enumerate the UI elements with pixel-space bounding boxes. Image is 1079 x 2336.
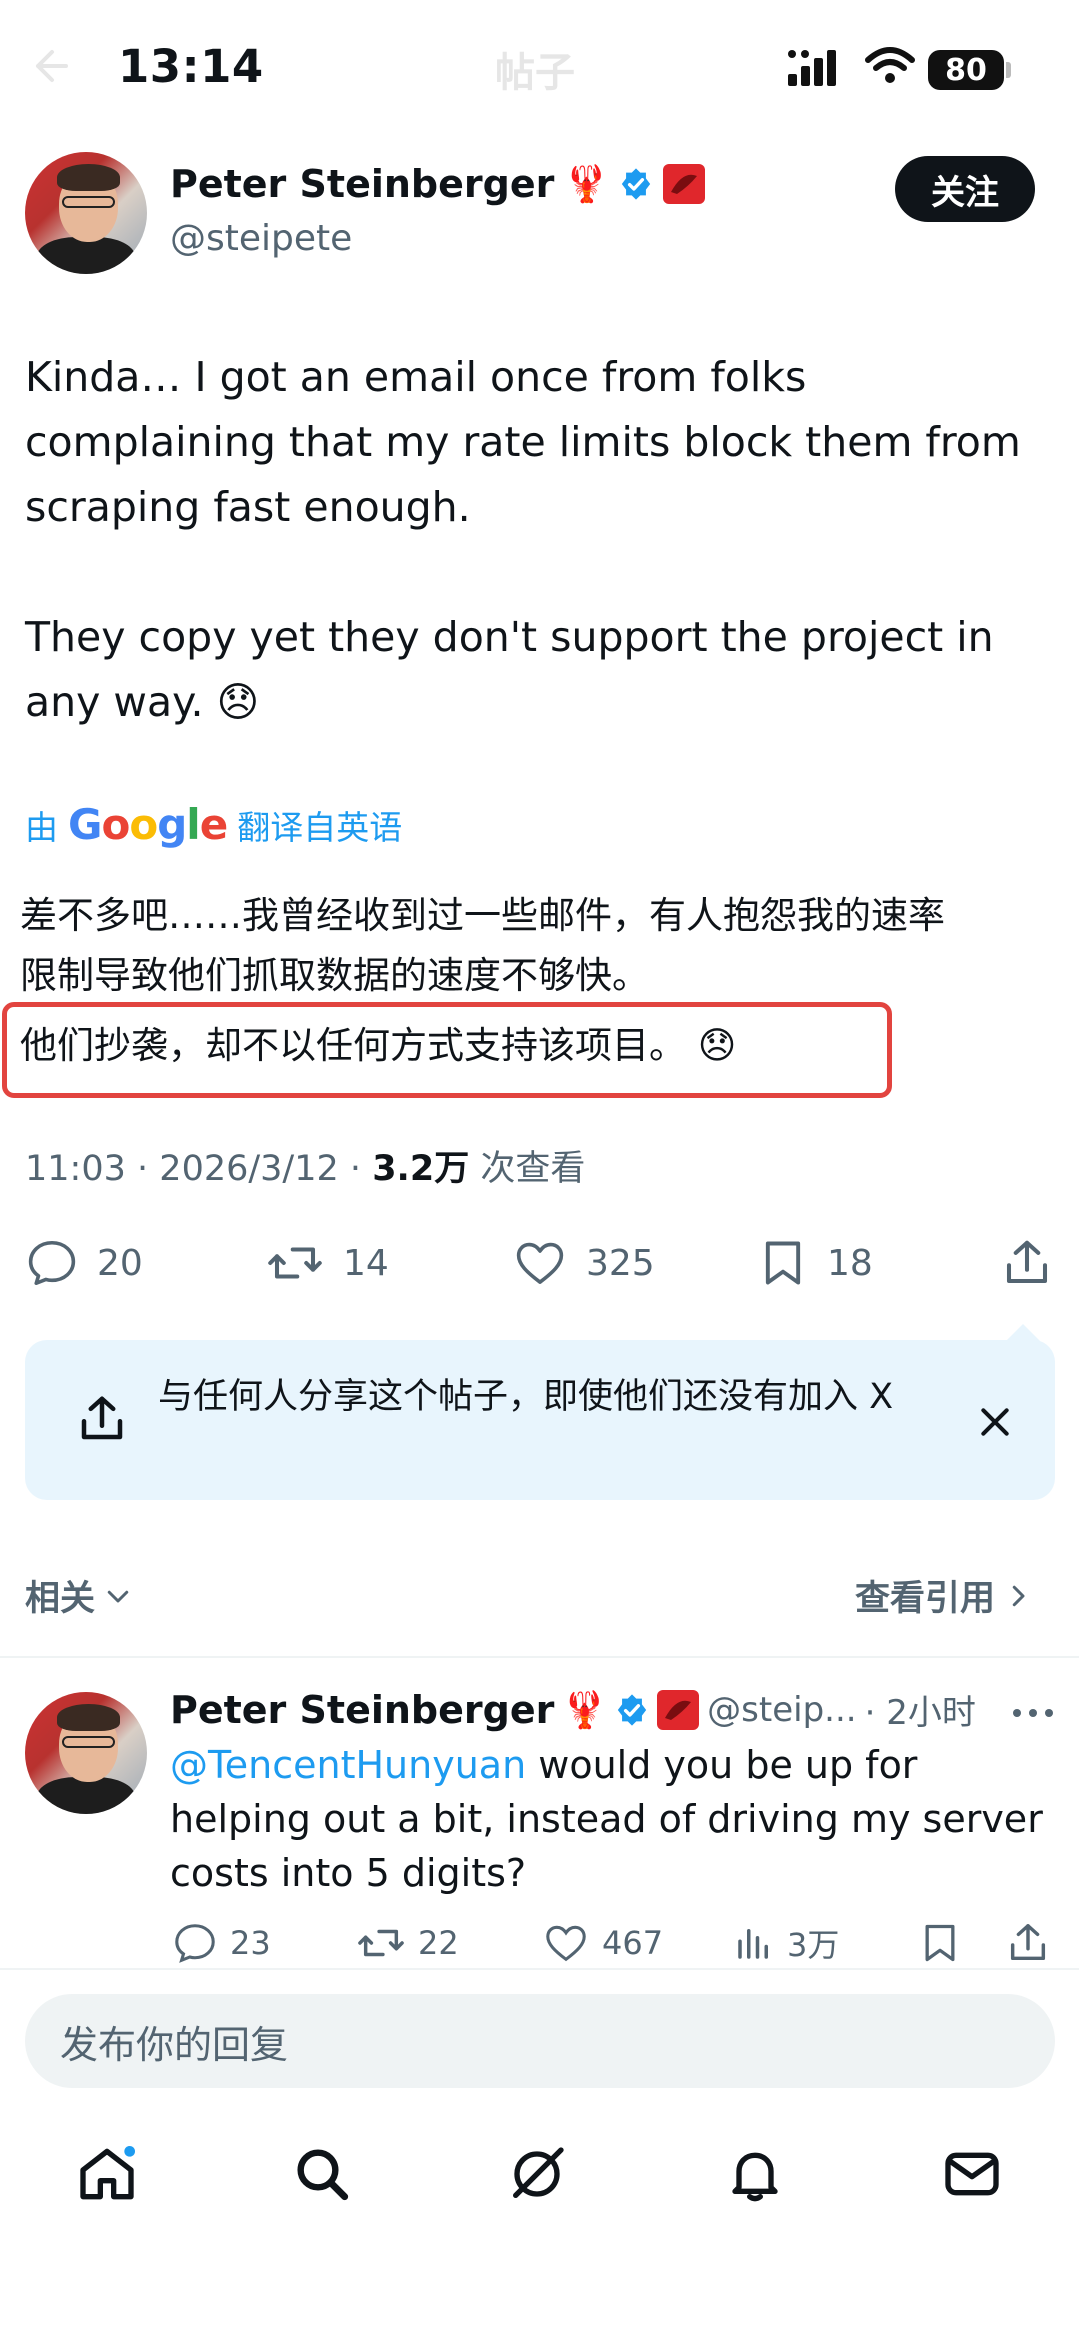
views-count: 3.2万 xyxy=(372,1149,470,1189)
share-tooltip-icon xyxy=(75,1392,129,1446)
reply-reply-count: 23 xyxy=(230,1924,271,1962)
google-logo: Google xyxy=(68,800,228,849)
author-name[interactable]: Peter Steinberger xyxy=(170,162,554,206)
bookmark-icon[interactable] xyxy=(918,1920,962,1966)
verified-badge-icon xyxy=(615,1693,649,1727)
reply-author-handle[interactable]: @steip... xyxy=(707,1690,856,1730)
follow-button[interactable]: 关注 xyxy=(895,156,1035,222)
reply-like-action[interactable]: 467 xyxy=(542,1920,663,1966)
related-dropdown[interactable]: 相关 xyxy=(25,1570,133,1621)
related-label: 相关 xyxy=(25,1579,96,1619)
highlight-box xyxy=(2,1002,892,1098)
post-meta: 11:03 · 2026/3/12 · 3.2万 次查看 xyxy=(25,1140,585,1191)
battery-cap xyxy=(1006,62,1011,78)
lobster-emoji: 🦞 xyxy=(564,164,610,205)
affiliate-badge-icon xyxy=(657,1689,700,1730)
battery-indicator: 80 xyxy=(928,50,1004,90)
heart-icon xyxy=(542,1920,590,1966)
reply-author-row: Peter Steinberger 🦞 @steip... · 2小时 xyxy=(170,1685,976,1734)
divider xyxy=(0,1656,1079,1658)
more-options-icon[interactable] xyxy=(1010,1706,1056,1720)
notifications-bell-icon[interactable] xyxy=(723,2142,787,2206)
messages-envelope-icon[interactable] xyxy=(940,2142,1004,2206)
view-quotes-label: 查看引用 xyxy=(855,1579,996,1619)
grok-icon[interactable] xyxy=(505,2142,569,2206)
tooltip-pointer xyxy=(1005,1324,1041,1342)
translation-line-1: 差不多吧……我曾经收到过一些邮件，有人抱怨我的速率 xyxy=(20,894,945,937)
share-icon[interactable] xyxy=(1005,1920,1051,1966)
retweet-icon xyxy=(265,1236,325,1290)
reply-time: · 2小时 xyxy=(864,1693,976,1733)
retweet-action[interactable]: 14 xyxy=(265,1236,389,1290)
wifi-icon xyxy=(865,46,915,86)
cellular-signal-icon xyxy=(788,48,848,88)
translation-line-2: 限制导致他们抓取数据的速度不够快。 xyxy=(20,954,649,997)
divider xyxy=(0,1968,1079,1970)
share-tooltip xyxy=(25,1340,1055,1500)
reply-icon xyxy=(25,1236,79,1290)
status-time: 13:14 xyxy=(118,40,264,93)
home-icon[interactable] xyxy=(75,2142,139,2206)
lobster-emoji: 🦞 xyxy=(562,1689,608,1731)
post-date: 2026/3/12 xyxy=(159,1149,339,1189)
reply-views-count: 3万 xyxy=(787,1926,840,1964)
post-text: Kinda… I got an email once from folks co… xyxy=(25,353,1021,726)
search-icon[interactable] xyxy=(290,2142,354,2206)
close-icon[interactable] xyxy=(975,1402,1015,1442)
translation-suffix: 翻译自英语 xyxy=(237,807,403,847)
like-count: 325 xyxy=(586,1242,655,1284)
share-icon[interactable] xyxy=(1000,1236,1054,1290)
page-title: 帖子 xyxy=(495,50,575,96)
reply-count: 20 xyxy=(97,1242,143,1284)
view-quotes-link[interactable]: 查看引用 xyxy=(855,1570,1033,1621)
retweet-count: 14 xyxy=(343,1242,389,1284)
reply-views-action[interactable]: 3万 xyxy=(733,1920,839,1966)
reply-action[interactable]: 20 xyxy=(25,1236,143,1290)
affiliate-badge-icon xyxy=(663,164,706,204)
reply-avatar[interactable] xyxy=(25,1692,147,1814)
reply-input[interactable]: 发布你的回复 xyxy=(25,1994,1055,2088)
heart-icon xyxy=(512,1236,568,1290)
reply-like-count: 467 xyxy=(602,1924,664,1962)
back-arrow-icon[interactable] xyxy=(30,46,70,86)
reply-retweet-action[interactable]: 22 xyxy=(356,1920,459,1966)
meta-separator: · xyxy=(349,1149,362,1189)
bookmark-count: 18 xyxy=(827,1242,873,1284)
reply-text: @TencentHunyuan would you be up for help… xyxy=(170,1738,1060,1900)
bookmark-action[interactable]: 18 xyxy=(757,1236,873,1290)
bookmark-icon xyxy=(757,1236,809,1290)
author-row: Peter Steinberger 🦞 xyxy=(170,162,706,206)
like-action[interactable]: 325 xyxy=(512,1236,655,1290)
reply-author-name[interactable]: Peter Steinberger xyxy=(170,1688,554,1732)
post-time: 11:03 xyxy=(25,1149,126,1189)
reply-retweet-count: 22 xyxy=(418,1924,459,1962)
views-label: 次查看 xyxy=(480,1149,586,1189)
reply-icon xyxy=(172,1920,218,1966)
mention-link[interactable]: @TencentHunyuan xyxy=(170,1743,526,1787)
reply-reply-action[interactable]: 23 xyxy=(172,1920,271,1966)
chevron-down-icon xyxy=(103,1581,133,1611)
author-handle[interactable]: @steipete xyxy=(170,218,352,259)
verified-badge-icon xyxy=(619,167,653,201)
analytics-icon xyxy=(733,1920,775,1966)
meta-separator: · xyxy=(137,1149,149,1189)
translation-attribution[interactable]: 由 Google 翻译自英语 xyxy=(25,800,402,849)
avatar[interactable] xyxy=(25,152,147,274)
share-tooltip-text: 与任何人分享这个帖子，即使他们还没有加入 X xyxy=(158,1377,894,1417)
translation-prefix: 由 xyxy=(25,807,58,847)
chevron-right-icon xyxy=(1003,1581,1033,1611)
retweet-icon xyxy=(356,1920,406,1966)
